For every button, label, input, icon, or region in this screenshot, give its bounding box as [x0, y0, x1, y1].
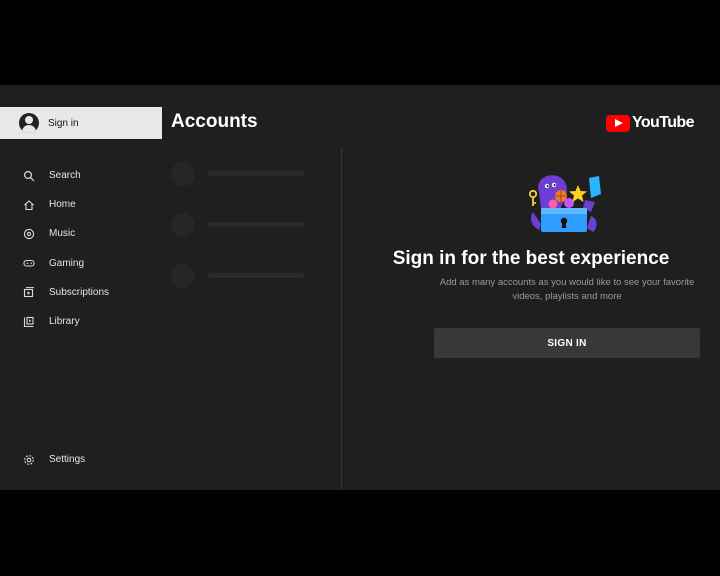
sidebar-item-subscriptions[interactable]: Subscriptions [0, 278, 162, 307]
sidebar-signin-button[interactable]: Sign in [0, 107, 162, 139]
panel-divider [341, 148, 342, 490]
signin-description: Add as many accounts as you would like t… [439, 277, 695, 302]
logo-wordmark: YouTube [632, 114, 694, 131]
home-icon [23, 199, 35, 211]
account-list-placeholders [171, 161, 304, 314]
text-placeholder [208, 273, 304, 278]
sidebar-item-label: Settings [49, 454, 86, 466]
sidebar-item-label: Home [49, 199, 76, 211]
avatar-placeholder-icon [171, 212, 195, 237]
page-title: Accounts [171, 111, 258, 132]
sidebar-item-label: Gaming [49, 257, 85, 269]
music-icon [23, 228, 35, 240]
account-placeholder [171, 161, 304, 186]
sidebar-nav: Search Home Music Gaming Subscriptions L… [0, 161, 162, 336]
sidebar-item-label: Music [49, 228, 76, 240]
text-placeholder [208, 171, 304, 176]
locked-box-illustration-icon [528, 175, 601, 232]
text-placeholder [208, 222, 304, 227]
sign-in-button[interactable]: SIGN IN [434, 328, 700, 358]
sidebar-item-library[interactable]: Library [0, 307, 162, 336]
sidebar-signin-label: Sign in [48, 117, 79, 129]
sidebar-item-gaming[interactable]: Gaming [0, 249, 162, 278]
account-placeholder [171, 263, 304, 288]
library-icon [23, 316, 35, 328]
account-placeholder [171, 212, 304, 237]
sidebar-item-settings[interactable]: Settings [0, 445, 162, 474]
sidebar-item-label: Library [49, 316, 80, 328]
play-logo-icon [606, 114, 630, 132]
sidebar-item-label: Search [49, 170, 81, 182]
gaming-icon [23, 257, 35, 269]
avatar-placeholder-icon [171, 161, 195, 186]
avatar-icon [19, 113, 39, 133]
subscriptions-icon [23, 286, 35, 298]
sidebar-item-label: Subscriptions [49, 286, 110, 298]
sidebar-item-music[interactable]: Music [0, 219, 162, 248]
sidebar-item-home[interactable]: Home [0, 190, 162, 219]
sidebar-item-search[interactable]: Search [0, 161, 162, 190]
youtube-logo: YouTube [606, 114, 694, 132]
search-icon [23, 170, 35, 182]
signin-heading: Sign in for the best experience [392, 248, 670, 269]
app-screen: Sign in Search Home Music Gaming Subscri… [0, 85, 720, 490]
avatar-placeholder-icon [171, 263, 195, 288]
gear-icon [23, 454, 35, 466]
